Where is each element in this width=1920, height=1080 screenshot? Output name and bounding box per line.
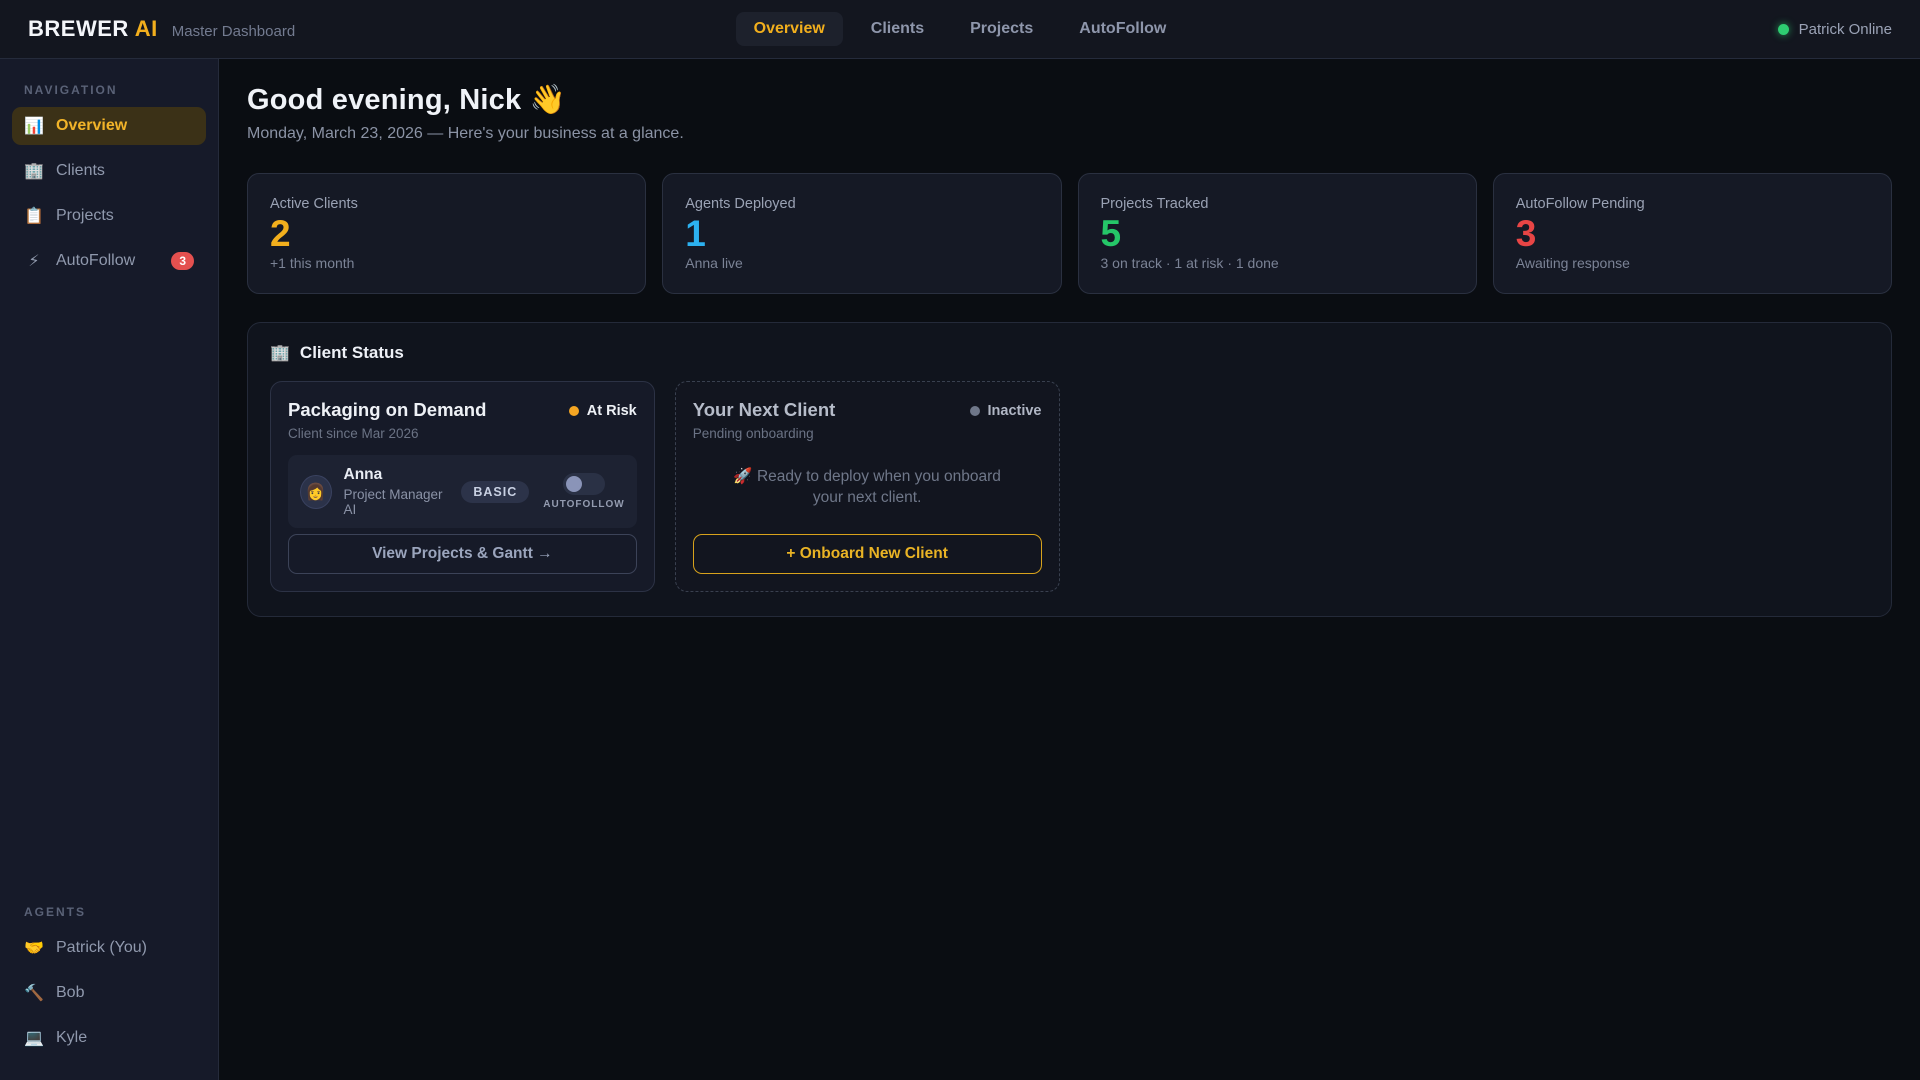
stat-card-active-clients: Active Clients 2 +1 this month — [247, 173, 647, 294]
sidebar-agents-label: AGENTS — [24, 905, 87, 919]
next-client-header: Your Next Client Pending onboarding Inac… — [693, 399, 1042, 441]
top-nav-overview[interactable]: Overview — [735, 12, 843, 46]
onboard-new-client-button[interactable]: + Onboard New Client — [692, 534, 1042, 574]
stat-card-agents-deployed: Agents Deployed 1 Anna live — [662, 173, 1062, 294]
stat-sub: 3 on track · 1 at risk · 1 done — [1100, 255, 1279, 271]
stat-value: 2 — [270, 213, 291, 254]
view-projects-gantt-button[interactable]: View Projects & Gantt → — [288, 534, 637, 574]
stats-row: Active Clients 2 +1 this month Agents De… — [247, 173, 1892, 294]
sidebar-agent-bob[interactable]: 🔨 Bob — [12, 974, 206, 1012]
brand: BREWER AI Master Dashboard — [28, 16, 328, 42]
stat-card-projects-tracked: Projects Tracked 5 3 on track · 1 at ris… — [1077, 173, 1477, 294]
sidebar-item-label: AutoFollow — [56, 252, 136, 269]
client-status-title: 🏢 Client Status — [270, 343, 1869, 363]
inactive-dot-icon — [969, 406, 980, 416]
client-name: Packaging on Demand — [288, 399, 487, 420]
laptop-icon: 💻 — [24, 1030, 44, 1047]
sidebar-item-projects[interactable]: 📋 Projects — [12, 197, 206, 235]
client-since: Client since Mar 2026 — [288, 426, 419, 441]
stat-value: 5 — [1100, 213, 1122, 254]
inactive-status-badge: Inactive — [969, 403, 1042, 419]
online-status-icon — [1777, 23, 1789, 35]
agent-name: Anna — [343, 466, 383, 483]
top-nav-clients[interactable]: Clients — [853, 12, 942, 46]
user-status: Patrick Online — [1592, 21, 1892, 38]
stat-label: Agents Deployed — [685, 196, 796, 212]
autofollow-toggle-label: AUTOFOLLOW — [543, 499, 625, 510]
stat-value: 3 — [1515, 213, 1537, 254]
sidebar-item-label: Clients — [56, 162, 105, 179]
client-cards-grid: Packaging on Demand Client since Mar 202… — [270, 381, 1869, 592]
status-text: Inactive — [987, 403, 1042, 419]
sidebar-agent-patrick[interactable]: 🤝 Patrick (You) — [12, 929, 206, 967]
tier-badge: BASIC — [461, 480, 530, 503]
client-card-packaging-on-demand: Packaging on Demand Client since Mar 202… — [270, 381, 655, 592]
autofollow-toggle-group: AUTOFOLLOW — [543, 473, 624, 510]
stat-sub: Anna live — [685, 255, 743, 271]
bar-chart-icon: 📊 — [24, 118, 44, 135]
client-card-header: Packaging on Demand Client since Mar 202… — [288, 399, 637, 441]
sidebar-nav-label: NAVIGATION — [24, 83, 118, 97]
top-nav: Overview Clients Projects AutoFollow — [328, 12, 1592, 46]
sidebar-item-label: Overview — [56, 117, 128, 134]
stat-card-autofollow-pending: AutoFollow Pending 3 Awaiting response — [1492, 173, 1892, 294]
main-content: Good evening, Nick 👋 Monday, March 23, 2… — [219, 59, 1920, 1080]
sidebar-item-autofollow[interactable]: ⚡ AutoFollow 3 — [12, 242, 206, 280]
sidebar-item-clients[interactable]: 🏢 Clients — [12, 152, 206, 190]
stat-label: AutoFollow Pending — [1515, 196, 1645, 212]
brand-accent: AI — [134, 16, 158, 41]
agent-avatar: 👩 — [300, 474, 332, 509]
autofollow-count-badge: 3 — [171, 252, 194, 270]
user-status-label: Patrick Online — [1798, 20, 1892, 38]
date-line: Monday, March 23, 2026 — Here's your bus… — [247, 125, 684, 142]
agent-row-anna: 👩 Anna Project Manager AI BASIC AUTOFOLL… — [288, 455, 637, 528]
client-status-panel: 🏢 Client Status Packaging on Demand Clie… — [247, 322, 1892, 617]
clipboard-icon: 📋 — [24, 208, 44, 225]
agent-role: Project Manager AI — [343, 487, 443, 517]
next-client-title: Your Next Client — [692, 399, 836, 420]
building-icon: 🏢 — [24, 163, 44, 180]
brand-name: BREWER — [28, 16, 129, 41]
panel-title-text: Client Status — [299, 343, 404, 362]
agent-label: Kyle — [56, 1029, 88, 1046]
greeting-heading: Good evening, Nick 👋 — [247, 84, 566, 116]
top-nav-autofollow[interactable]: AutoFollow — [1061, 12, 1184, 46]
handshake-icon: 🤝 — [24, 940, 44, 957]
toggle-knob — [566, 476, 582, 492]
brand-logo: BREWER AI — [28, 16, 158, 42]
at-risk-dot-icon — [568, 406, 579, 416]
brand-subtitle: Master Dashboard — [171, 23, 296, 40]
sidebar-item-overview[interactable]: 📊 Overview — [12, 107, 206, 145]
autofollow-toggle[interactable] — [563, 473, 605, 495]
top-nav-projects[interactable]: Projects — [952, 12, 1051, 46]
sidebar-item-label: Projects — [56, 207, 114, 224]
next-client-card: Your Next Client Pending onboarding Inac… — [674, 381, 1060, 592]
status-text: At Risk — [586, 403, 637, 419]
stat-label: Active Clients — [270, 196, 358, 212]
top-bar: BREWER AI Master Dashboard Overview Clien… — [0, 0, 1920, 59]
lightning-icon: ⚡ — [28, 253, 40, 270]
sidebar-agents-section: AGENTS 🤝 Patrick (You) 🔨 Bob 💻 Kyle — [12, 895, 206, 1064]
next-client-sub: Pending onboarding — [692, 426, 814, 441]
sidebar-agent-kyle[interactable]: 💻 Kyle — [12, 1019, 206, 1057]
sidebar: NAVIGATION 📊 Overview 🏢 Clients 📋 Projec… — [0, 59, 219, 1080]
stat-sub: +1 this month — [270, 255, 355, 271]
client-status-badge: At Risk — [568, 403, 637, 419]
stat-value: 1 — [685, 213, 706, 254]
agent-label: Patrick (You) — [56, 939, 147, 956]
stat-sub: Awaiting response — [1515, 255, 1630, 271]
building-icon: 🏢 — [270, 345, 290, 362]
stat-label: Projects Tracked — [1100, 196, 1209, 212]
next-client-message: 🚀 Ready to deploy when you onboard your … — [733, 467, 1001, 506]
hammer-icon: 🔨 — [24, 985, 44, 1002]
agent-label: Bob — [56, 984, 85, 1001]
